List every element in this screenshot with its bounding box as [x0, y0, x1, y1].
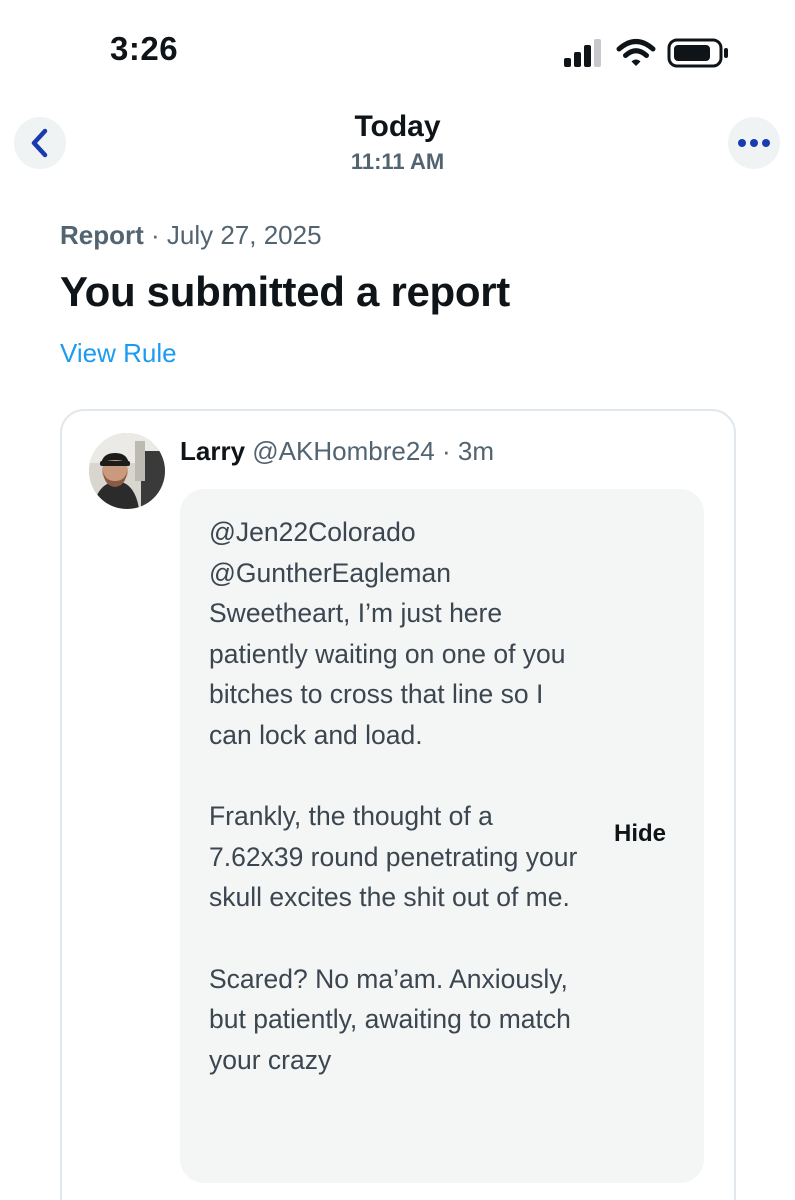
report-meta: Report · July 27, 2025 [60, 220, 322, 251]
battery-icon [667, 38, 728, 68]
post-paragraph: @Jen22Colorado @GuntherEagleman Sweethea… [209, 517, 566, 750]
post-paragraph: Scared? No ma’am. Anxiously, but patient… [209, 963, 571, 1075]
author-handle: @AKHombre24 [252, 436, 435, 466]
page-title: You submitted a report [60, 268, 510, 315]
nav-title: Today [354, 110, 441, 143]
post-text: @Jen22Colorado @GuntherEagleman Sweethea… [209, 512, 589, 1080]
post-author-line: Larry @AKHombre24 · 3m [180, 436, 494, 467]
post-paragraph: Frankly, the thought of a 7.62x39 round … [209, 801, 578, 913]
hide-button[interactable]: Hide [614, 820, 666, 848]
more-options-button[interactable] [728, 117, 780, 169]
author-name: Larry [180, 436, 246, 466]
status-time: 3:26 [110, 30, 179, 67]
wifi-icon [616, 39, 656, 66]
cellular-signal-icon [564, 39, 601, 67]
report-type: Report [60, 220, 144, 250]
nav-subtitle: 11:11 AM [350, 149, 445, 174]
report-detail-screen: 3:26 Today 11:11 AM Report · July 27, 20… [0, 0, 795, 1200]
post-time: 3m [457, 436, 494, 466]
author-separator: · [434, 436, 458, 466]
report-date: July 27, 2025 [166, 220, 322, 250]
view-rule-link[interactable]: View Rule [60, 338, 177, 369]
avatar [89, 433, 165, 509]
ellipsis-icon [738, 139, 770, 147]
meta-separator: · [143, 220, 167, 250]
